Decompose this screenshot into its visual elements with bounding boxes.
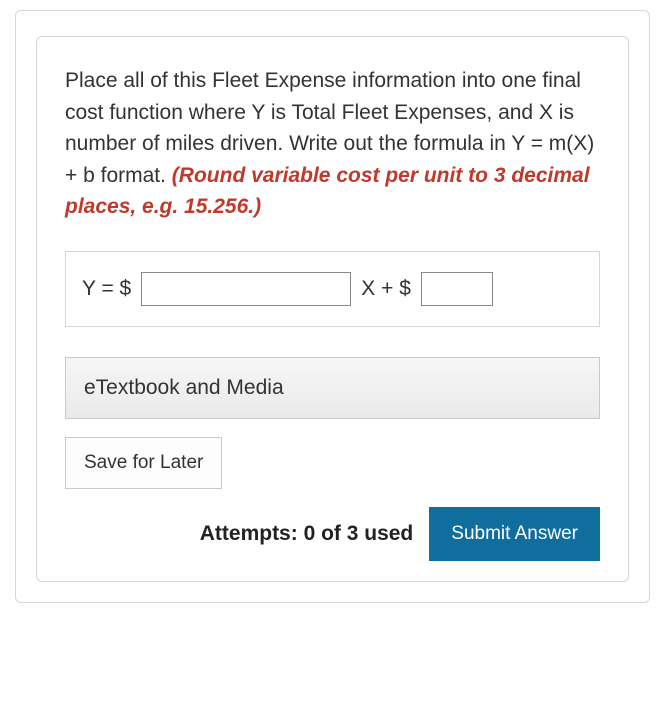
save-for-later-button[interactable]: Save for Later [65, 437, 222, 489]
question-card-inner: Place all of this Fleet Expense informat… [36, 36, 629, 582]
bottom-row: Attempts: 0 of 3 used Submit Answer [65, 507, 600, 561]
etextbook-button[interactable]: eTextbook and Media [65, 357, 600, 419]
question-text: Place all of this Fleet Expense informat… [65, 65, 600, 223]
question-card-outer: Place all of this Fleet Expense informat… [15, 10, 650, 603]
formula-row: Y = $ X + $ [65, 251, 600, 327]
submit-answer-button[interactable]: Submit Answer [429, 507, 600, 561]
slope-input[interactable] [141, 272, 351, 306]
intercept-input[interactable] [421, 272, 493, 306]
formula-middle: X + $ [361, 277, 411, 301]
formula-prefix: Y = $ [82, 277, 131, 301]
attempts-label: Attempts: 0 of 3 used [200, 522, 414, 546]
